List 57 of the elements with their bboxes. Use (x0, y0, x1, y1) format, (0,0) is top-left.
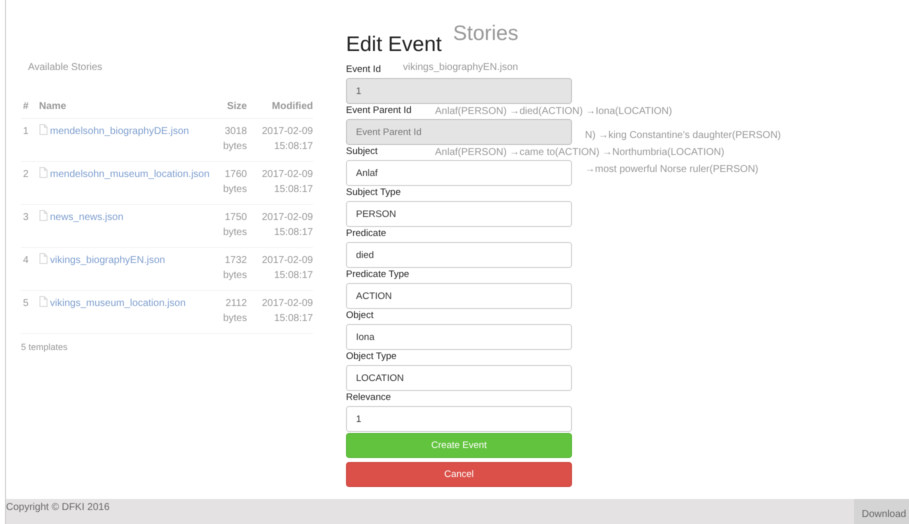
row-number: 4 (21, 248, 39, 290)
input-field[interactable]: LOCATION (346, 365, 572, 391)
input-field[interactable]: ACTION (346, 283, 572, 309)
table-cell-text: 2017-02-09 (260, 254, 313, 268)
story-file-name: vikings_biographyEN.json (403, 62, 520, 74)
file-icon (39, 253, 48, 264)
field-label: Event Parent Id (346, 105, 412, 116)
column-header: Name (39, 98, 211, 118)
download-button[interactable]: Download (854, 499, 909, 524)
event-line: Anlaf(PERSON) →died(ACTION) →Iona(LOCATION) (435, 105, 674, 118)
dialog-title: Edit Event (346, 33, 442, 57)
row-number: 2 (21, 162, 39, 204)
field-label: Object (346, 310, 374, 321)
table-cell-text: 2017-02-09 (260, 211, 313, 225)
table-cell: 3018 bytes (211, 118, 255, 162)
event-line: N) →king Constantine's daughter(PERSON) (584, 129, 782, 142)
field-label: Subject Type (346, 187, 401, 198)
field-label: Object Type (346, 351, 397, 362)
input-field[interactable]: PERSON (346, 201, 572, 227)
table-cell-text: 15:08:17 (273, 312, 313, 326)
field-label: Event Id (346, 64, 381, 75)
table-cell-text: 15:08:17 (273, 140, 313, 154)
panel-title: Available Stories (28, 62, 104, 73)
table-cell: 1760 bytes (211, 162, 255, 204)
table-cell-text: 2017-02-09 (260, 297, 313, 311)
row-number: 3 (21, 204, 39, 248)
copyright-text: Copyright © DFKI 2016 (6, 501, 110, 515)
table-cell-text: 2017-02-09 (260, 125, 313, 139)
row-number: 1 (21, 118, 39, 162)
table-cell: 1732 bytes (211, 248, 255, 290)
column-header: # (21, 98, 39, 118)
template-count: 5 templates (21, 342, 69, 352)
file-icon (39, 124, 48, 135)
input-field[interactable]: Iona (346, 324, 572, 350)
field-label: Relevance (346, 392, 391, 403)
field-label: Predicate (346, 228, 386, 239)
file-icon (39, 296, 48, 307)
input-field[interactable]: 1 (346, 406, 572, 432)
table-cell: 1750 bytes (211, 204, 255, 248)
column-header: Modified (255, 98, 313, 118)
table-cell-text: 15:08:17 (273, 183, 313, 197)
cancel-button[interactable]: Cancel (346, 462, 572, 487)
file-icon (39, 167, 48, 178)
file-icon (39, 210, 48, 221)
column-header: Size (211, 98, 255, 118)
event-line: →most powerful Norse ruler(PERSON) (584, 163, 760, 176)
field-label: Predicate Type (346, 269, 410, 280)
table-cell-text: 15:08:17 (273, 226, 313, 240)
table-cell: 2112 bytes (211, 290, 255, 334)
input-field[interactable]: Anlaf (346, 160, 572, 186)
table-cell-text: 2017-02-09 (260, 168, 313, 182)
table-cell-text: 15:08:17 (273, 269, 313, 283)
row-number: 5 (21, 290, 39, 334)
event-line: Anlaf(PERSON) →came to(ACTION) →Northumbria(LOCATION) (435, 146, 726, 159)
input-field[interactable]: died (346, 242, 572, 268)
stories-title: Stories (453, 22, 520, 46)
field-label: Subject (346, 146, 378, 157)
